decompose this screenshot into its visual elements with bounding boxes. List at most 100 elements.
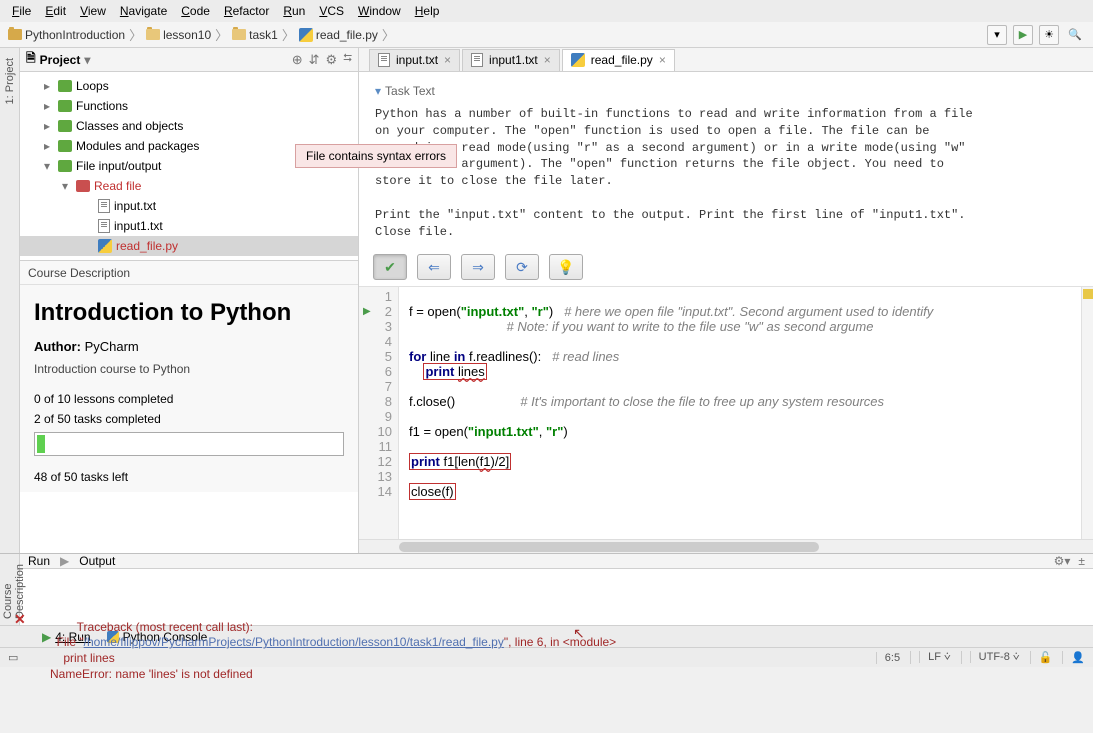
menu-help[interactable]: Help <box>409 2 446 20</box>
warning-mark[interactable] <box>1083 289 1093 299</box>
breadcrumb-bar: PythonIntroduction 〉 lesson10 〉 task1 〉 … <box>0 22 1093 48</box>
error-icon: ✕ <box>14 610 26 628</box>
hide-icon[interactable]: ± <box>1078 554 1085 568</box>
course-author: Author: PyCharm <box>34 339 344 354</box>
breadcrumb-task[interactable]: task1 <box>232 28 278 42</box>
code-content[interactable]: f = open("input.txt", "r") # here we ope… <box>399 287 1081 539</box>
close-icon[interactable]: × <box>544 53 551 67</box>
menu-file[interactable]: File <box>6 2 37 20</box>
python-icon <box>571 53 585 67</box>
task-text-header[interactable]: ▾Task Text <box>375 84 1077 98</box>
traceback-line: Traceback (most recent call last): <box>77 620 253 634</box>
progress-fill <box>37 435 45 453</box>
tree-input1[interactable]: input1.txt <box>20 216 358 236</box>
refresh-button[interactable]: ⟳ <box>505 254 539 280</box>
locate-icon[interactable]: ⊕ <box>292 52 303 68</box>
tree-loops[interactable]: ▸Loops <box>20 76 358 96</box>
menu-refactor[interactable]: Refactor <box>218 2 275 20</box>
folder-icon <box>146 29 160 40</box>
menu-edit[interactable]: Edit <box>39 2 72 20</box>
code-editor[interactable]: ▶ 1234567891011121314 f = open("input.tx… <box>359 286 1093 539</box>
task-text-body: Python has a number of built-in function… <box>375 106 1077 240</box>
line-gutter: ▶ 1234567891011121314 <box>359 287 399 539</box>
collapse-icon[interactable]: ⇵ <box>309 52 320 68</box>
run-output[interactable]: ✕Traceback (most recent call last): File… <box>20 569 1093 733</box>
run-tab[interactable]: Run <box>28 554 50 568</box>
prev-button[interactable]: ⇐ <box>417 254 451 280</box>
close-icon[interactable]: × <box>444 53 451 67</box>
check-button[interactable]: ✔ <box>373 254 407 280</box>
menu-code[interactable]: Code <box>175 2 216 20</box>
project-header-label: Project <box>40 53 81 67</box>
project-tool-tab[interactable]: 1: Project <box>2 52 18 110</box>
lesson-icon <box>58 100 72 112</box>
task-text-panel: ▾Task Text Python has a number of built-… <box>359 72 1093 248</box>
menu-view[interactable]: View <box>74 2 112 20</box>
lesson-icon <box>58 120 72 132</box>
output-tab[interactable]: Output <box>79 554 115 568</box>
traceback-file-link[interactable]: /home/filippov/PycharmProjects/PythonInt… <box>84 635 504 649</box>
course-subtitle: Introduction course to Python <box>34 362 344 376</box>
editor-area: input.txt× input1.txt× read_file.py× ▾Ta… <box>359 48 1093 553</box>
course-desc-header: Course Description <box>20 261 358 285</box>
run-button[interactable]: ▶ <box>1013 25 1033 45</box>
python-icon <box>98 239 112 253</box>
python-icon <box>299 28 313 42</box>
tasks-progress-text: 2 of 50 tasks completed <box>34 412 344 426</box>
tree-input[interactable]: input.txt <box>20 196 358 216</box>
settings-button[interactable]: ☀ <box>1039 25 1059 45</box>
breadcrumb-file[interactable]: read_file.py <box>299 28 378 42</box>
menu-window[interactable]: Window <box>352 2 407 20</box>
menu-navigate[interactable]: Navigate <box>114 2 173 20</box>
tree-classes[interactable]: ▸Classes and objects <box>20 116 358 136</box>
horizontal-scrollbar[interactable] <box>359 539 1093 553</box>
tree-readfile[interactable]: ▾Read file <box>20 176 358 196</box>
text-file-icon <box>98 219 110 233</box>
tree-functions[interactable]: ▸Functions <box>20 96 358 116</box>
course-description-panel: Course Description Introduction to Pytho… <box>20 260 358 492</box>
gear-icon[interactable]: ⚙ <box>326 52 338 68</box>
left-tool-gutter: 1: Project <box>0 48 20 553</box>
dropdown-button[interactable]: ▾ <box>987 25 1007 45</box>
lesson-icon <box>58 80 72 92</box>
error-stripe[interactable] <box>1081 287 1093 539</box>
run-gutter-icon[interactable]: ▶ <box>363 304 371 319</box>
tab-readfile[interactable]: read_file.py× <box>562 49 675 71</box>
menu-vcs[interactable]: VCS <box>313 2 350 20</box>
hint-button[interactable]: 💡 <box>549 254 583 280</box>
editor-tabs: input.txt× input1.txt× read_file.py× <box>359 48 1093 72</box>
run-header: Run ▶ Output ⚙▾ ± <box>20 554 1093 569</box>
text-file-icon <box>378 53 390 67</box>
tab-input[interactable]: input.txt× <box>369 49 460 71</box>
menu-run[interactable]: Run <box>277 2 311 20</box>
task-action-buttons: ✔ ⇐ ⇒ ⟳ 💡 <box>359 248 1093 286</box>
progress-bar <box>34 432 344 456</box>
tab-input1[interactable]: input1.txt× <box>462 49 560 71</box>
close-icon[interactable]: × <box>659 53 666 67</box>
lesson-icon <box>58 140 72 152</box>
task-icon <box>76 180 90 192</box>
menubar: File Edit View Navigate Code Refactor Ru… <box>0 0 1093 22</box>
folder-icon <box>8 29 22 40</box>
lessons-progress-text: 0 of 10 lessons completed <box>34 392 344 406</box>
project-header: 🗎Project▾ ⊕ ⇵ ⚙ ⮀ <box>20 48 358 72</box>
project-sidebar: 🗎Project▾ ⊕ ⇵ ⚙ ⮀ ▸Loops ▸Functions ▸Cla… <box>20 48 359 553</box>
next-button[interactable]: ⇒ <box>461 254 495 280</box>
run-panel: Course Description Run ▶ Output ⚙▾ ± ✕Tr… <box>0 553 1093 625</box>
breadcrumb-lesson[interactable]: lesson10 <box>146 28 211 42</box>
course-title: Introduction to Python <box>34 299 344 327</box>
tasks-left-text: 48 of 50 tasks left <box>34 470 344 484</box>
syntax-error-tooltip: File contains syntax errors <box>295 144 457 168</box>
folder-icon <box>232 29 246 40</box>
hide-icon[interactable]: ⮀ <box>343 52 352 68</box>
lesson-icon <box>58 160 72 172</box>
scrollbar-thumb[interactable] <box>399 542 819 552</box>
status-icon[interactable]: ▭ <box>8 652 18 664</box>
breadcrumb-project[interactable]: PythonIntroduction <box>8 28 125 42</box>
project-icon: 🗎 <box>26 49 36 70</box>
search-button[interactable]: 🔍 <box>1065 25 1085 45</box>
text-file-icon <box>471 53 483 67</box>
gear-icon[interactable]: ⚙▾ <box>1054 554 1071 568</box>
tree-readpy[interactable]: read_file.py <box>20 236 358 256</box>
mouse-cursor: ↖ <box>573 624 585 642</box>
